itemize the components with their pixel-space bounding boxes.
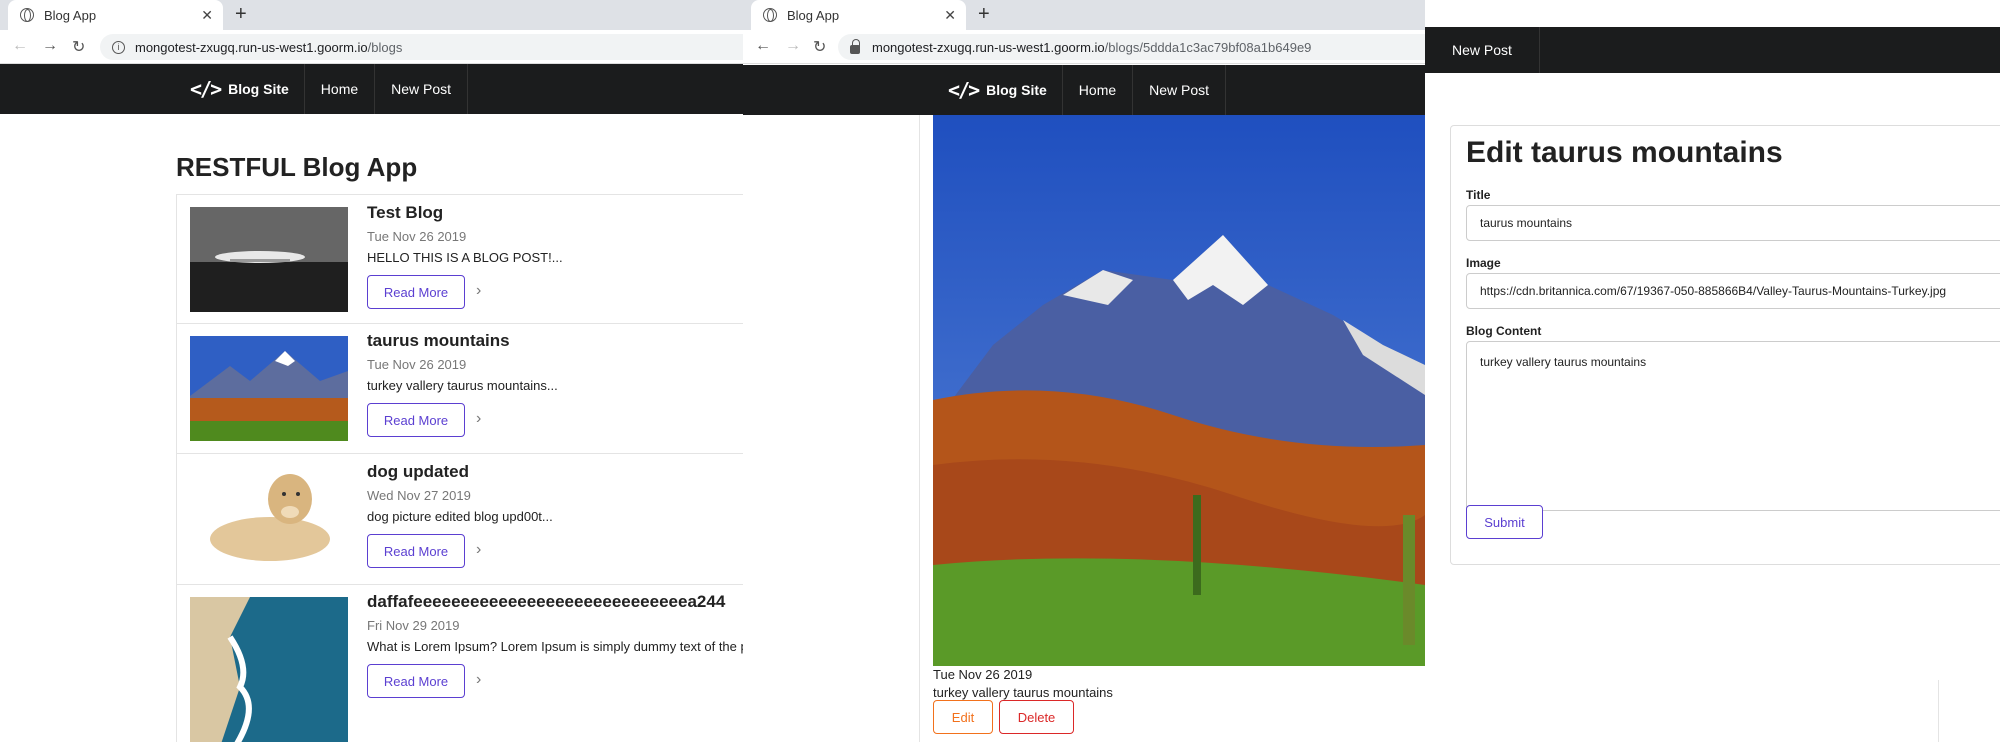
list-item: taurus mountains Tue Nov 26 2019 turkey … <box>190 325 743 453</box>
divider <box>919 115 920 742</box>
back-arrow-icon[interactable]: ← <box>12 37 28 55</box>
post-title[interactable]: dog updated <box>367 462 469 482</box>
back-arrow-icon[interactable]: ← <box>755 37 771 55</box>
delete-button[interactable]: Delete <box>999 700 1074 734</box>
nav-new-post[interactable]: New Post <box>1425 27 1540 73</box>
edit-form-card: Edit taurus mountains Title taurus mount… <box>1450 125 2000 565</box>
site-navbar: </> Blog Site Home New Post <box>743 65 1425 115</box>
post-image <box>933 115 1425 666</box>
post-date: Wed Nov 27 2019 <box>367 488 471 503</box>
post-excerpt: turkey vallery taurus mountains... <box>367 378 558 393</box>
post-excerpt: HELLO THIS IS A BLOG POST!... <box>367 250 563 265</box>
browser-tab[interactable]: Blog App ✕ <box>751 0 966 30</box>
image-input[interactable]: https://cdn.britannica.com/67/19367-050-… <box>1466 273 2000 309</box>
tab-title: Blog App <box>44 7 97 23</box>
globe-icon <box>763 8 777 22</box>
nav-home[interactable]: Home <box>1063 65 1134 115</box>
post-body: turkey vallery taurus mountains <box>933 685 1113 700</box>
url-path: /blogs <box>367 39 403 55</box>
post-title[interactable]: daffafeeeeeeeeeeeeeeeeeeeeeeeeeeeeea244 <box>367 592 725 612</box>
brand-link[interactable]: </> Blog Site <box>933 65 1063 115</box>
browser-tab[interactable]: Blog App ✕ <box>8 0 223 30</box>
read-more-button[interactable]: Read More <box>367 403 465 437</box>
divider <box>176 453 743 454</box>
title-input[interactable]: taurus mountains <box>1466 205 2000 241</box>
post-date: Fri Nov 29 2019 <box>367 618 460 633</box>
post-title[interactable]: Test Blog <box>367 203 443 223</box>
nav-new-post[interactable]: New Post <box>1133 65 1227 115</box>
forward-arrow-icon[interactable]: → <box>42 37 58 55</box>
show-window: Blog App ✕ + ← → ↻ mongotest-zxugq.run-u… <box>743 0 1425 742</box>
submit-button[interactable]: Submit <box>1466 505 1543 539</box>
divider <box>176 584 743 585</box>
content-label: Blog Content <box>1466 324 1542 338</box>
new-tab-button[interactable]: + <box>235 3 247 26</box>
post-date: Tue Nov 26 2019 <box>367 229 467 244</box>
nav-home[interactable]: Home <box>305 64 376 114</box>
post-title[interactable]: taurus mountains <box>367 331 510 351</box>
code-logo-icon: </> <box>190 77 222 101</box>
tab-title: Blog App <box>787 7 840 23</box>
address-bar: ← → ↻ mongotest-zxugq.run-us-west1.goorm… <box>743 30 1425 64</box>
list-item: Test Blog Tue Nov 26 2019 HELLO THIS IS … <box>190 197 743 325</box>
new-tab-button[interactable]: + <box>978 3 990 26</box>
index-window: Blog App ✕ + ← → ↻ i mongotest-zxugq.run… <box>0 0 743 742</box>
read-more-button[interactable]: Read More <box>367 534 465 568</box>
edit-button[interactable]: Edit <box>933 700 993 734</box>
content-textarea[interactable]: turkey vallery taurus mountains <box>1466 341 2000 511</box>
code-logo-icon: </> <box>948 78 980 102</box>
close-tab-icon[interactable]: ✕ <box>944 7 956 24</box>
post-date: Tue Nov 26 2019 <box>933 667 1033 682</box>
title-label: Title <box>1466 188 1491 202</box>
url-host: mongotest-zxugq.run-us-west1.goorm.io <box>135 39 368 55</box>
tab-bar: Blog App ✕ + <box>743 0 1425 30</box>
post-thumbnail <box>190 336 348 441</box>
chevron-right-icon: › <box>476 671 482 688</box>
chevron-right-icon: › <box>476 541 482 558</box>
forward-arrow-icon[interactable]: → <box>785 37 801 55</box>
lock-icon[interactable] <box>850 38 860 54</box>
list-item: dog updated Wed Nov 27 2019 dog picture … <box>190 456 743 584</box>
divider <box>1938 680 1939 742</box>
page-title: RESTFUL Blog App <box>176 152 418 182</box>
divider <box>176 323 743 324</box>
list-item: daffafeeeeeeeeeeeeeeeeeeeeeeeeeeeeea244 … <box>190 586 743 742</box>
image-label: Image <box>1466 256 1501 270</box>
tab-bar: Blog App ✕ + <box>0 0 743 30</box>
site-navbar: New Post <box>1425 27 2000 73</box>
read-more-button[interactable]: Read More <box>367 275 465 309</box>
url-host: mongotest-zxugq.run-us-west1.goorm.io <box>872 39 1105 55</box>
reload-icon[interactable]: ↻ <box>72 37 85 57</box>
info-icon[interactable]: i <box>112 40 125 54</box>
chevron-right-icon: › <box>476 282 482 299</box>
url-field[interactable]: i mongotest-zxugq.run-us-west1.goorm.io /… <box>100 34 743 60</box>
reload-icon[interactable]: ↻ <box>813 37 826 57</box>
post-excerpt: dog picture edited blog upd00t... <box>367 509 553 524</box>
close-tab-icon[interactable]: ✕ <box>201 7 213 24</box>
nav-new-post[interactable]: New Post <box>375 64 469 114</box>
form-title: Edit taurus mountains <box>1466 136 1783 169</box>
url-path: /blogs/5ddda1c3ac79bf08a1b649e9 <box>1104 39 1312 55</box>
post-excerpt: What is Lorem Ipsum? Lorem Ipsum is simp… <box>367 639 743 654</box>
brand-label: Blog Site <box>228 81 289 97</box>
globe-icon <box>20 8 34 22</box>
read-more-button[interactable]: Read More <box>367 664 465 698</box>
edit-window: New Post Edit taurus mountains Title tau… <box>1425 0 2000 742</box>
post-thumbnail <box>190 597 348 742</box>
site-navbar: </> Blog Site Home New Post <box>0 64 743 114</box>
chevron-right-icon: › <box>476 410 482 427</box>
address-bar: ← → ↻ i mongotest-zxugq.run-us-west1.goo… <box>0 30 743 64</box>
brand-link[interactable]: </> Blog Site <box>175 64 305 114</box>
post-thumbnail <box>190 207 348 312</box>
post-date: Tue Nov 26 2019 <box>367 357 467 372</box>
post-thumbnail <box>190 464 348 569</box>
url-field[interactable]: mongotest-zxugq.run-us-west1.goorm.io/bl… <box>838 34 1425 60</box>
brand-label: Blog Site <box>986 82 1047 98</box>
